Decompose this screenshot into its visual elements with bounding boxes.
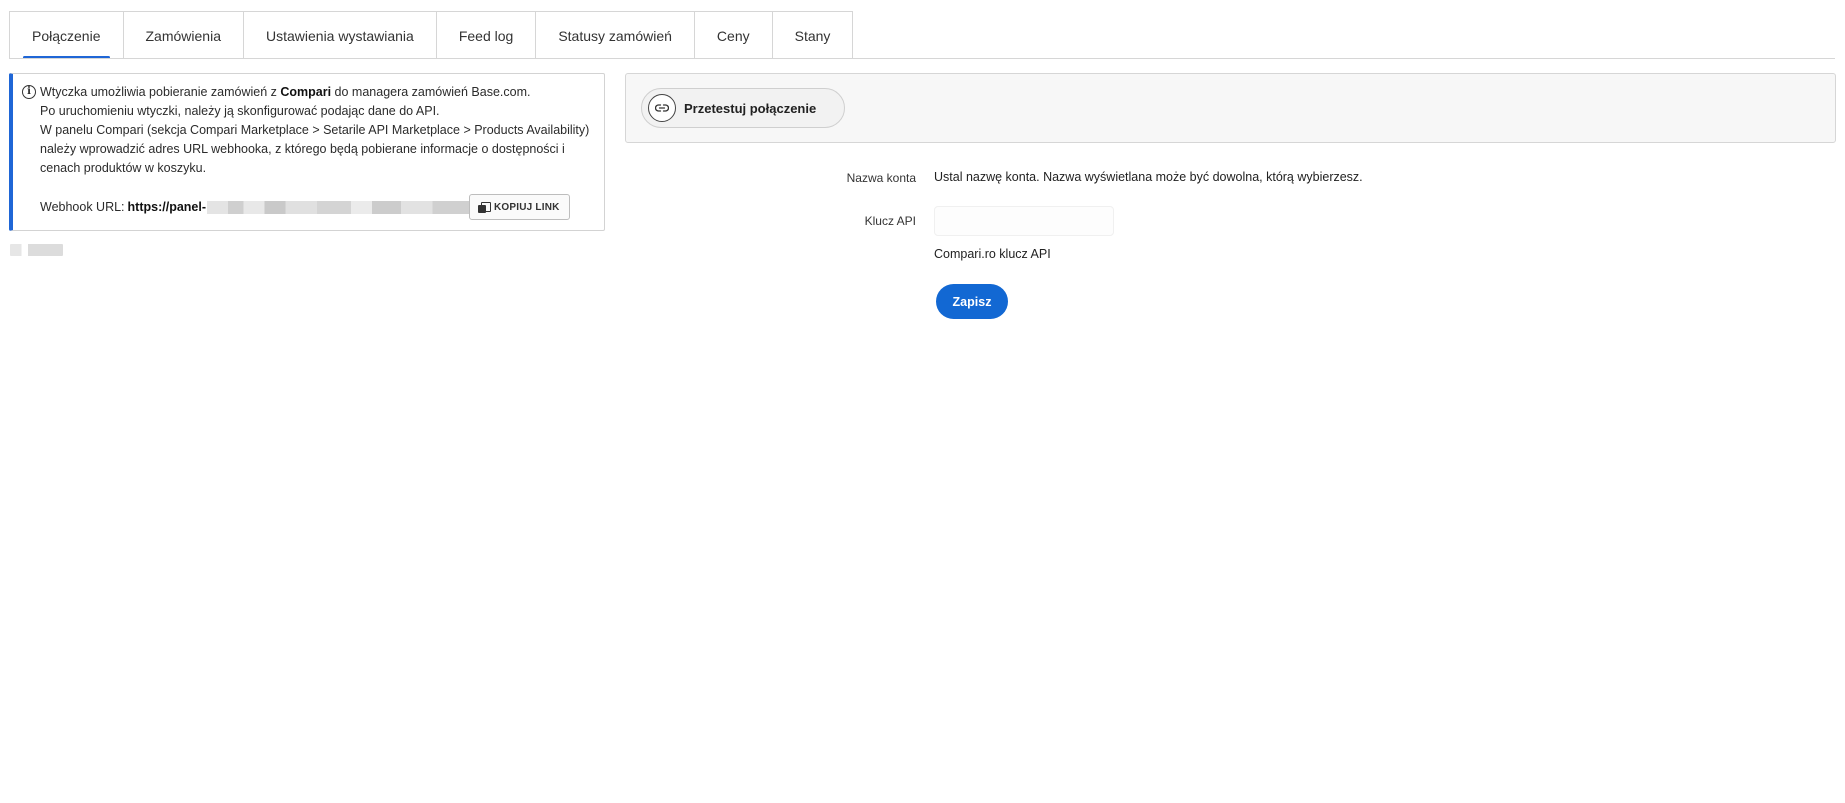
tab-polaczenie[interactable]: Połączenie [9,11,124,59]
copy-link-button[interactable]: KOPIUJ LINK [469,194,570,220]
tab-ustawienia-wystawiania[interactable]: Ustawienia wystawiania [243,11,437,59]
test-connection-button[interactable]: Przetestuj połączenie [641,88,846,128]
copy-icon [478,201,492,213]
tab-label: Zamówienia [145,27,221,44]
tab-label: Ceny [716,27,750,44]
tab-statusy-zamowien[interactable]: Statusy zamówień [536,11,695,59]
copy-link-label: KOPIUJ LINK [494,201,560,213]
tab-label: Ustawienia wystawiania [265,27,414,44]
test-connection-panel: Przetestuj połączenie [625,73,1836,143]
api-key-input[interactable] [934,206,1114,236]
link-icon-glyph [655,104,669,112]
account-name-label: Nazwa konta [846,171,916,185]
test-connection-label: Przetestuj połączenie [684,100,817,116]
api-key-label: Klucz API [864,214,916,228]
redacted-text [10,244,63,256]
link-icon [648,94,676,122]
account-name-value: Ustal nazwę konta. Nazwa wyświetlana moż… [934,170,1363,184]
tab-zamowienia[interactable]: Zamówienia [123,11,244,59]
tab-label: Statusy zamówień [558,27,672,44]
save-button[interactable]: Zapisz [936,284,1008,319]
redacted-url [207,200,470,214]
tabs-divider [9,58,1835,59]
tab-feed-log[interactable]: Feed log [436,11,537,59]
tab-stany[interactable]: Stany [772,11,854,59]
info-icon: i [22,85,36,99]
info-line-2: Po uruchomieniu wtyczki, należy ją skonf… [40,104,440,118]
info-line-3: W panelu Compari (sekcja Compari Marketp… [40,123,590,175]
webhook-row: Webhook URL: https://panel- KOPIUJ LINK [40,194,570,220]
info-line-1: Wtyczka umożliwia pobieranie zamówień z … [40,85,531,99]
tab-bar: Połączenie Zamówienia Ustawienia wystawi… [9,11,854,59]
webhook-url: https://panel- [127,199,207,214]
tab-label: Feed log [458,27,514,44]
tab-ceny[interactable]: Ceny [694,11,773,59]
api-key-hint: Compari.ro klucz API [934,247,1051,261]
info-box: i Wtyczka umożliwia pobieranie zamówień … [9,73,605,231]
webhook-label: Webhook URL: [40,199,125,214]
tab-label: Połączenie [32,27,101,44]
tab-label: Stany [794,27,831,44]
